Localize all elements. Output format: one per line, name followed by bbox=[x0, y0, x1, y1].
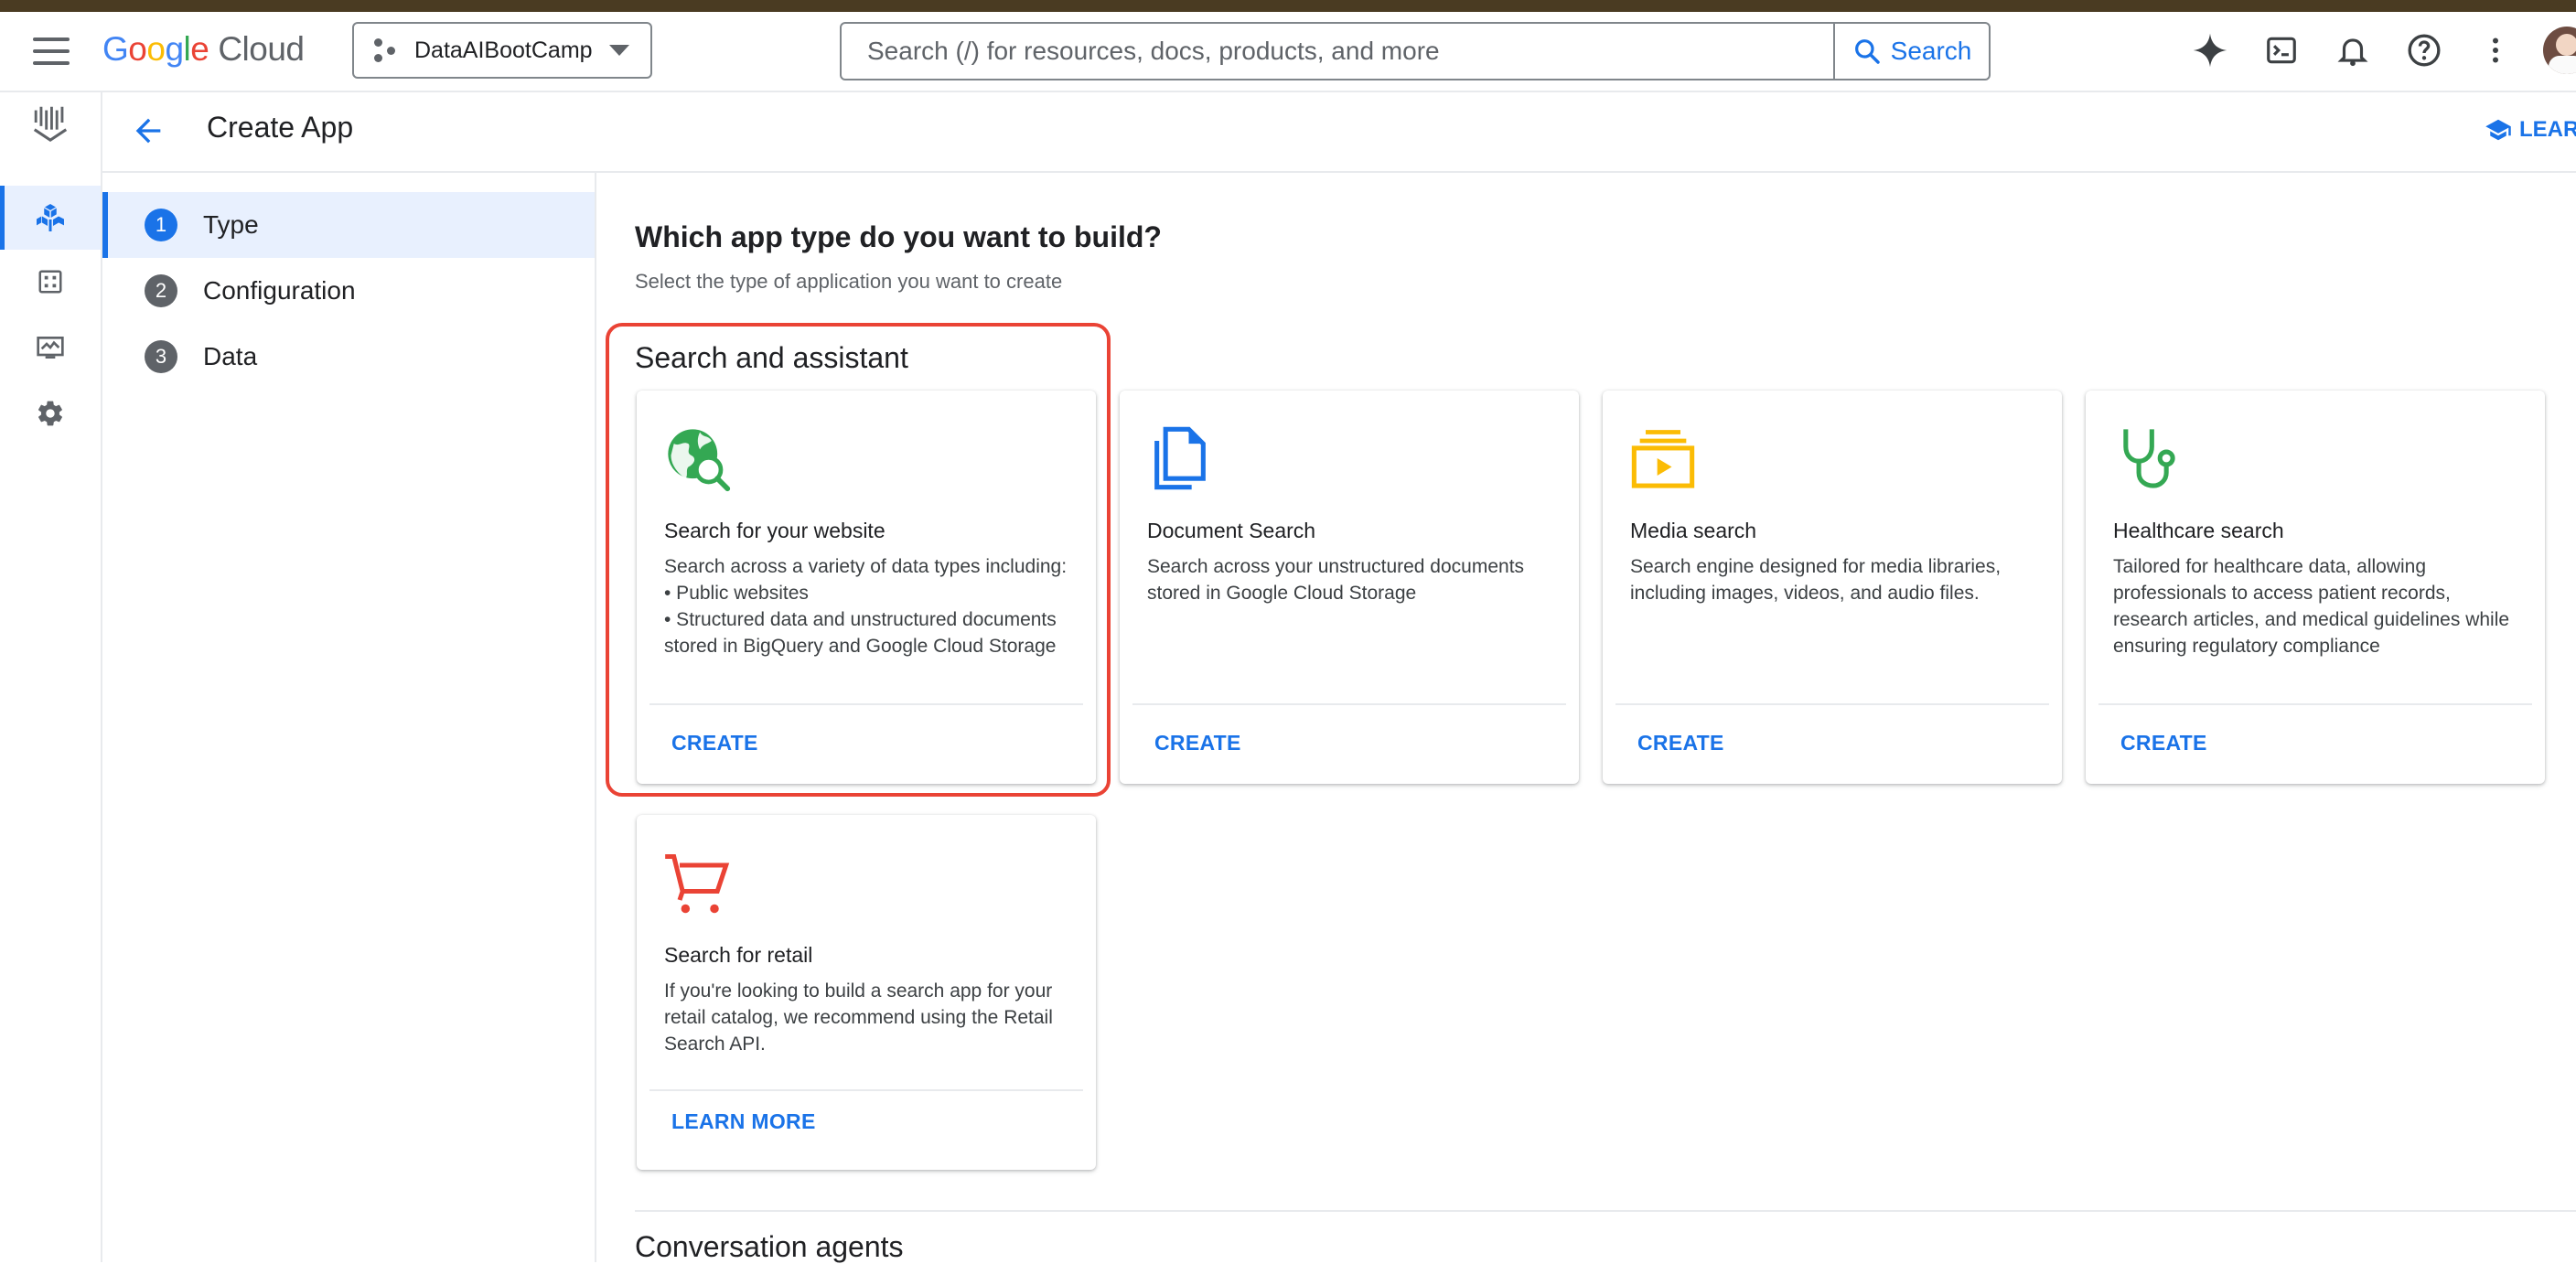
create-button[interactable]: CREATE bbox=[1637, 731, 1724, 755]
card-divider bbox=[649, 1089, 1083, 1091]
stethoscope-icon bbox=[2111, 423, 2181, 493]
step-label: Data bbox=[203, 342, 258, 370]
step-number: 2 bbox=[145, 274, 177, 307]
search-input[interactable] bbox=[842, 24, 1833, 79]
step-configuration[interactable]: 2 Configuration bbox=[102, 258, 595, 324]
card-description: Search across a variety of data types in… bbox=[664, 556, 1068, 657]
step-label: Configuration bbox=[203, 276, 356, 305]
card-description: If you're looking to build a search app … bbox=[664, 980, 1053, 1055]
help-icon[interactable] bbox=[2402, 28, 2446, 72]
card-search-website[interactable]: Search for your website Search across a … bbox=[637, 391, 1096, 784]
page-header: Create App LEARN bbox=[102, 91, 2576, 173]
card-title: Search for retail bbox=[664, 943, 813, 967]
learn-label: LEARN bbox=[2519, 117, 2576, 142]
card-title: Healthcare search bbox=[2113, 519, 2284, 542]
product-nav-rail bbox=[0, 91, 102, 1262]
card-divider bbox=[2098, 703, 2532, 705]
learn-more-button[interactable]: LEARN MORE bbox=[671, 1109, 816, 1134]
card-description: Tailored for healthcare data, allowing p… bbox=[2113, 556, 2510, 657]
browser-top-stripe bbox=[0, 0, 2576, 12]
card-divider bbox=[1132, 703, 1566, 705]
apps-cube-icon[interactable] bbox=[0, 186, 101, 250]
project-picker-button[interactable]: DataAIBootCamp bbox=[352, 22, 652, 79]
school-cap-icon bbox=[2485, 119, 2511, 141]
card-divider bbox=[649, 703, 1083, 705]
section-title-conversation: Conversation agents bbox=[635, 1230, 904, 1263]
card-title: Media search bbox=[1630, 519, 1757, 542]
notifications-bell-icon[interactable] bbox=[2331, 28, 2375, 72]
search-button[interactable]: Search bbox=[1833, 24, 1989, 79]
cloud-shell-icon[interactable] bbox=[2259, 28, 2303, 72]
project-name: DataAIBootCamp bbox=[414, 37, 593, 63]
card-description: Search engine designed for media librari… bbox=[1630, 556, 2002, 604]
step-data[interactable]: 3 Data bbox=[102, 324, 595, 390]
document-icon bbox=[1145, 423, 1215, 493]
step-number: 3 bbox=[145, 340, 177, 373]
main-menu-icon[interactable] bbox=[33, 37, 70, 65]
monitoring-icon[interactable] bbox=[0, 316, 101, 380]
card-document-search[interactable]: Document Search Search across your unstr… bbox=[1120, 391, 1579, 784]
ai-applications-logo-icon[interactable] bbox=[0, 91, 101, 155]
search-button-label: Search bbox=[1890, 37, 1972, 65]
page-question: Which app type do you want to build? bbox=[635, 220, 1162, 253]
settings-gear-icon[interactable] bbox=[0, 381, 101, 445]
data-stores-icon[interactable] bbox=[0, 250, 101, 314]
avatar[interactable] bbox=[2543, 27, 2576, 74]
step-label: Type bbox=[203, 210, 259, 239]
page-subtitle: Select the type of application you want … bbox=[635, 270, 1063, 293]
learn-button[interactable]: LEARN bbox=[2485, 116, 2576, 144]
card-search-retail[interactable]: Search for retail If you're looking to b… bbox=[637, 815, 1096, 1170]
step-number: 1 bbox=[145, 209, 177, 241]
card-title: Search for your website bbox=[664, 519, 886, 542]
back-arrow-icon[interactable] bbox=[130, 112, 166, 149]
section-title: Search and assistant bbox=[635, 341, 908, 374]
google-cloud-logo[interactable]: Google Cloud bbox=[102, 30, 305, 69]
page-title: Create App bbox=[207, 111, 354, 144]
create-button[interactable]: CREATE bbox=[1154, 731, 1241, 755]
search-icon bbox=[1854, 39, 1880, 64]
top-app-bar: Google Cloud DataAIBootCamp Search bbox=[0, 12, 2576, 92]
globe-search-icon bbox=[662, 423, 732, 493]
gemini-spark-icon[interactable] bbox=[2188, 28, 2232, 72]
more-vert-icon[interactable] bbox=[2474, 28, 2517, 72]
card-description: Search across your unstructured document… bbox=[1147, 556, 1525, 604]
media-video-icon bbox=[1628, 423, 1698, 493]
card-divider bbox=[1615, 703, 2049, 705]
step-type[interactable]: 1 Type bbox=[102, 192, 595, 258]
chevron-down-icon bbox=[608, 45, 629, 56]
card-healthcare-search[interactable]: Healthcare search Tailored for healthcar… bbox=[2086, 391, 2545, 784]
section-divider bbox=[635, 1210, 2576, 1212]
create-app-stepper: 1 Type 2 Configuration 3 Data bbox=[102, 173, 596, 1262]
global-search-bar: Search bbox=[840, 22, 1991, 80]
shopping-cart-icon bbox=[662, 848, 732, 917]
card-title: Document Search bbox=[1147, 519, 1316, 542]
create-button[interactable]: CREATE bbox=[671, 731, 758, 755]
project-dots-icon bbox=[374, 38, 398, 62]
create-button[interactable]: CREATE bbox=[2120, 731, 2207, 755]
card-media-search[interactable]: Media search Search engine designed for … bbox=[1603, 391, 2062, 784]
